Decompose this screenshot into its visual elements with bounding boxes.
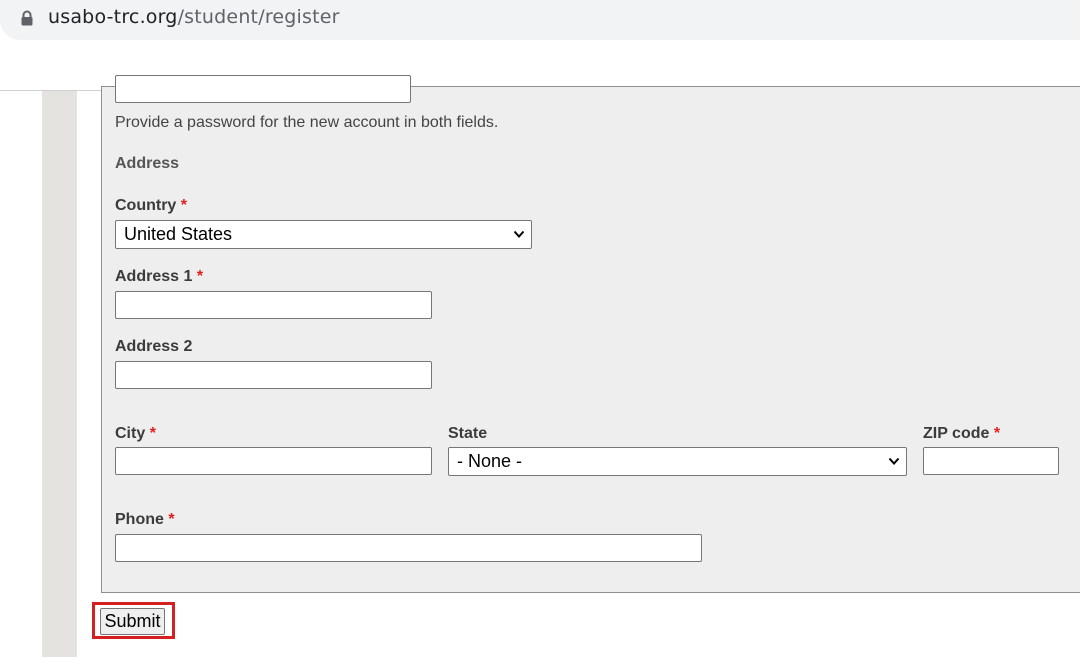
- required-marker: *: [149, 425, 156, 442]
- country-select-value: United States: [124, 224, 233, 244]
- address2-label: Address 2: [115, 338, 193, 355]
- address2-input[interactable]: [115, 361, 432, 389]
- phone-label-text: Phone: [115, 511, 164, 528]
- zip-label-text: ZIP code: [923, 425, 990, 442]
- left-sidebar-rail: [42, 91, 77, 657]
- phone-input[interactable]: [115, 534, 702, 562]
- state-select-value: - None -: [457, 451, 523, 471]
- address1-input[interactable]: [115, 291, 432, 319]
- submit-button[interactable]: Submit: [100, 608, 165, 635]
- address1-label-text: Address 1: [115, 268, 193, 285]
- country-label: Country *: [115, 197, 187, 215]
- chevron-down-icon: [888, 457, 900, 465]
- zip-label: ZIP code *: [923, 425, 1000, 443]
- state-select[interactable]: - None -: [448, 447, 907, 476]
- confirm-password-input[interactable]: [115, 75, 411, 103]
- address1-label: Address 1 *: [115, 268, 203, 286]
- url-text[interactable]: usabo-trc.org/student/register: [48, 6, 340, 28]
- required-marker: *: [180, 197, 188, 214]
- required-marker: *: [196, 268, 204, 285]
- lock-icon: [21, 10, 33, 26]
- chevron-down-icon: [513, 230, 525, 238]
- url-domain: usabo-trc.org: [48, 6, 178, 28]
- city-input[interactable]: [115, 447, 432, 475]
- phone-label: Phone *: [115, 511, 175, 529]
- url-path: /student/register: [177, 6, 340, 28]
- state-label: State: [448, 425, 488, 442]
- city-label: City *: [115, 425, 156, 443]
- city-label-text: City: [115, 425, 146, 442]
- address-fieldset: [101, 86, 1080, 593]
- country-label-text: Country: [115, 197, 177, 214]
- country-select[interactable]: United States: [115, 220, 532, 249]
- required-marker: *: [168, 511, 175, 528]
- address-section-title: Address: [115, 155, 180, 172]
- zip-input[interactable]: [923, 447, 1059, 475]
- required-marker: *: [993, 425, 1001, 442]
- password-help-text: Provide a password for the new account i…: [115, 114, 499, 131]
- address-bar[interactable]: usabo-trc.org/student/register: [0, 0, 1080, 40]
